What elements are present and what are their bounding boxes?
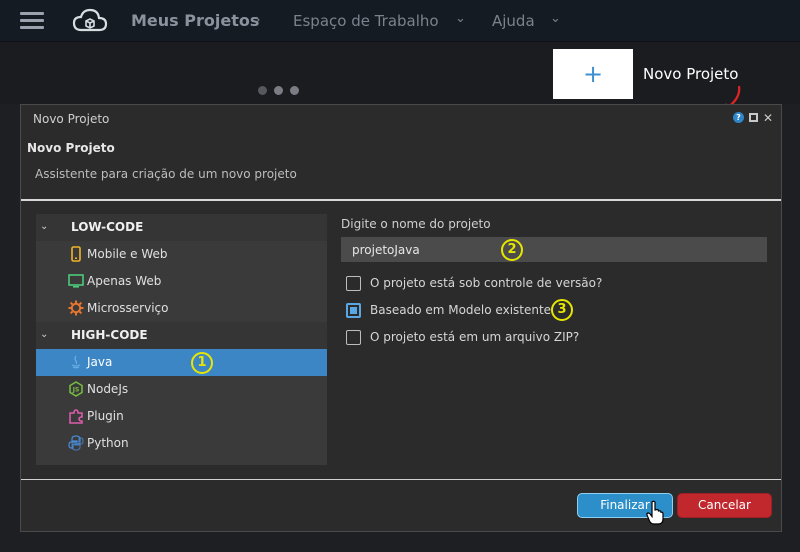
callout-badge-2: 2 [501, 239, 523, 261]
help-icon[interactable]: ? [732, 112, 744, 123]
breadcrumb-chevron-icon: › [255, 12, 261, 28]
dialog-window-controls: ? ✕ [732, 112, 773, 124]
mobile-icon [71, 246, 81, 262]
nodejs-icon: JS [69, 381, 83, 397]
cloud-logo-icon [72, 8, 108, 32]
tree-item-mobile-web[interactable]: Mobile e Web [36, 241, 327, 268]
project-name-input[interactable] [341, 237, 767, 262]
tree-item-label: Mobile e Web [87, 247, 168, 261]
tree-item-web-only[interactable]: Apenas Web [36, 268, 327, 295]
carousel-dot[interactable] [290, 86, 299, 95]
nav-my-projects[interactable]: Meus Projetos [131, 11, 259, 30]
new-project-dialog: Novo Projeto ? ✕ Novo Projeto Assistente… [20, 104, 782, 532]
python-icon [68, 435, 84, 451]
existing-template-checkbox[interactable] [346, 303, 361, 318]
close-icon[interactable]: ✕ [763, 112, 773, 124]
svg-text:JS: JS [72, 387, 80, 394]
divider [21, 479, 781, 480]
chevron-down-icon[interactable]: ⌄ [40, 221, 48, 232]
tree-item-microservice[interactable]: Microsserviço [36, 295, 327, 322]
option-label: Baseado em Modelo existente [370, 303, 552, 317]
divider [21, 199, 781, 201]
java-icon [71, 355, 81, 369]
callout-badge-3: 3 [551, 299, 573, 321]
tree-group-low-code[interactable]: ⌄ LOW-CODE [36, 214, 327, 241]
hand-cursor-icon [646, 500, 664, 525]
option-label: O projeto está em um arquivo ZIP? [370, 330, 580, 344]
puzzle-icon [69, 409, 83, 424]
zip-file-checkbox[interactable] [346, 330, 361, 345]
dialog-description: Assistente para criação de um novo proje… [35, 167, 297, 181]
carousel-dot[interactable] [258, 86, 267, 95]
gear-icon [68, 300, 84, 316]
nav-help[interactable]: Ajuda [492, 12, 535, 30]
tree-item-label: Java [87, 355, 113, 369]
monitor-icon [68, 274, 84, 288]
tree-item-python[interactable]: Python [36, 430, 327, 457]
tree-item-label: Microsserviço [87, 301, 169, 315]
top-nav-bar: Meus Projetos › Espaço de Trabalho ⌄ Aju… [0, 0, 800, 42]
dialog-titlebar[interactable]: Novo Projeto ? ✕ [21, 105, 781, 131]
tree-group-high-code[interactable]: ⌄ HIGH-CODE [36, 322, 327, 349]
dialog-window-title: Novo Projeto [33, 112, 110, 126]
tree-group-label: HIGH-CODE [71, 328, 148, 342]
chevron-down-icon[interactable]: ⌄ [455, 11, 466, 26]
menu-icon[interactable] [20, 12, 44, 30]
chevron-down-icon[interactable]: ⌄ [40, 329, 48, 340]
callout-badge-1: 1 [191, 352, 213, 374]
tree-group-label: LOW-CODE [71, 220, 144, 234]
project-name-label: Digite o nome do projeto [341, 217, 491, 231]
nav-workspace[interactable]: Espaço de Trabalho [293, 12, 439, 30]
dialog-heading: Novo Projeto [27, 141, 115, 155]
chevron-down-icon[interactable]: ⌄ [550, 11, 561, 26]
tree-item-nodejs[interactable]: JS NodeJs [36, 376, 327, 403]
tree-item-plugin[interactable]: Plugin [36, 403, 327, 430]
new-project-label[interactable]: Novo Projeto [643, 65, 738, 83]
carousel-dots[interactable] [258, 80, 306, 99]
tree-item-label: Plugin [87, 409, 124, 423]
maximize-icon[interactable] [748, 113, 758, 122]
plus-icon: + [582, 60, 604, 88]
new-project-button[interactable]: + [553, 49, 633, 99]
project-type-tree: ⌄ LOW-CODE Mobile e Web Apenas Web Micro… [36, 214, 327, 465]
cancel-button[interactable]: Cancelar [677, 493, 772, 518]
version-control-checkbox[interactable] [346, 276, 361, 291]
carousel-dot[interactable] [274, 86, 283, 95]
tree-item-java[interactable]: Java [36, 349, 327, 376]
tree-item-label: Apenas Web [87, 274, 162, 288]
tree-item-label: Python [87, 436, 129, 450]
option-label: O projeto está sob controle de versão? [370, 276, 603, 290]
tree-item-label: NodeJs [87, 382, 129, 396]
